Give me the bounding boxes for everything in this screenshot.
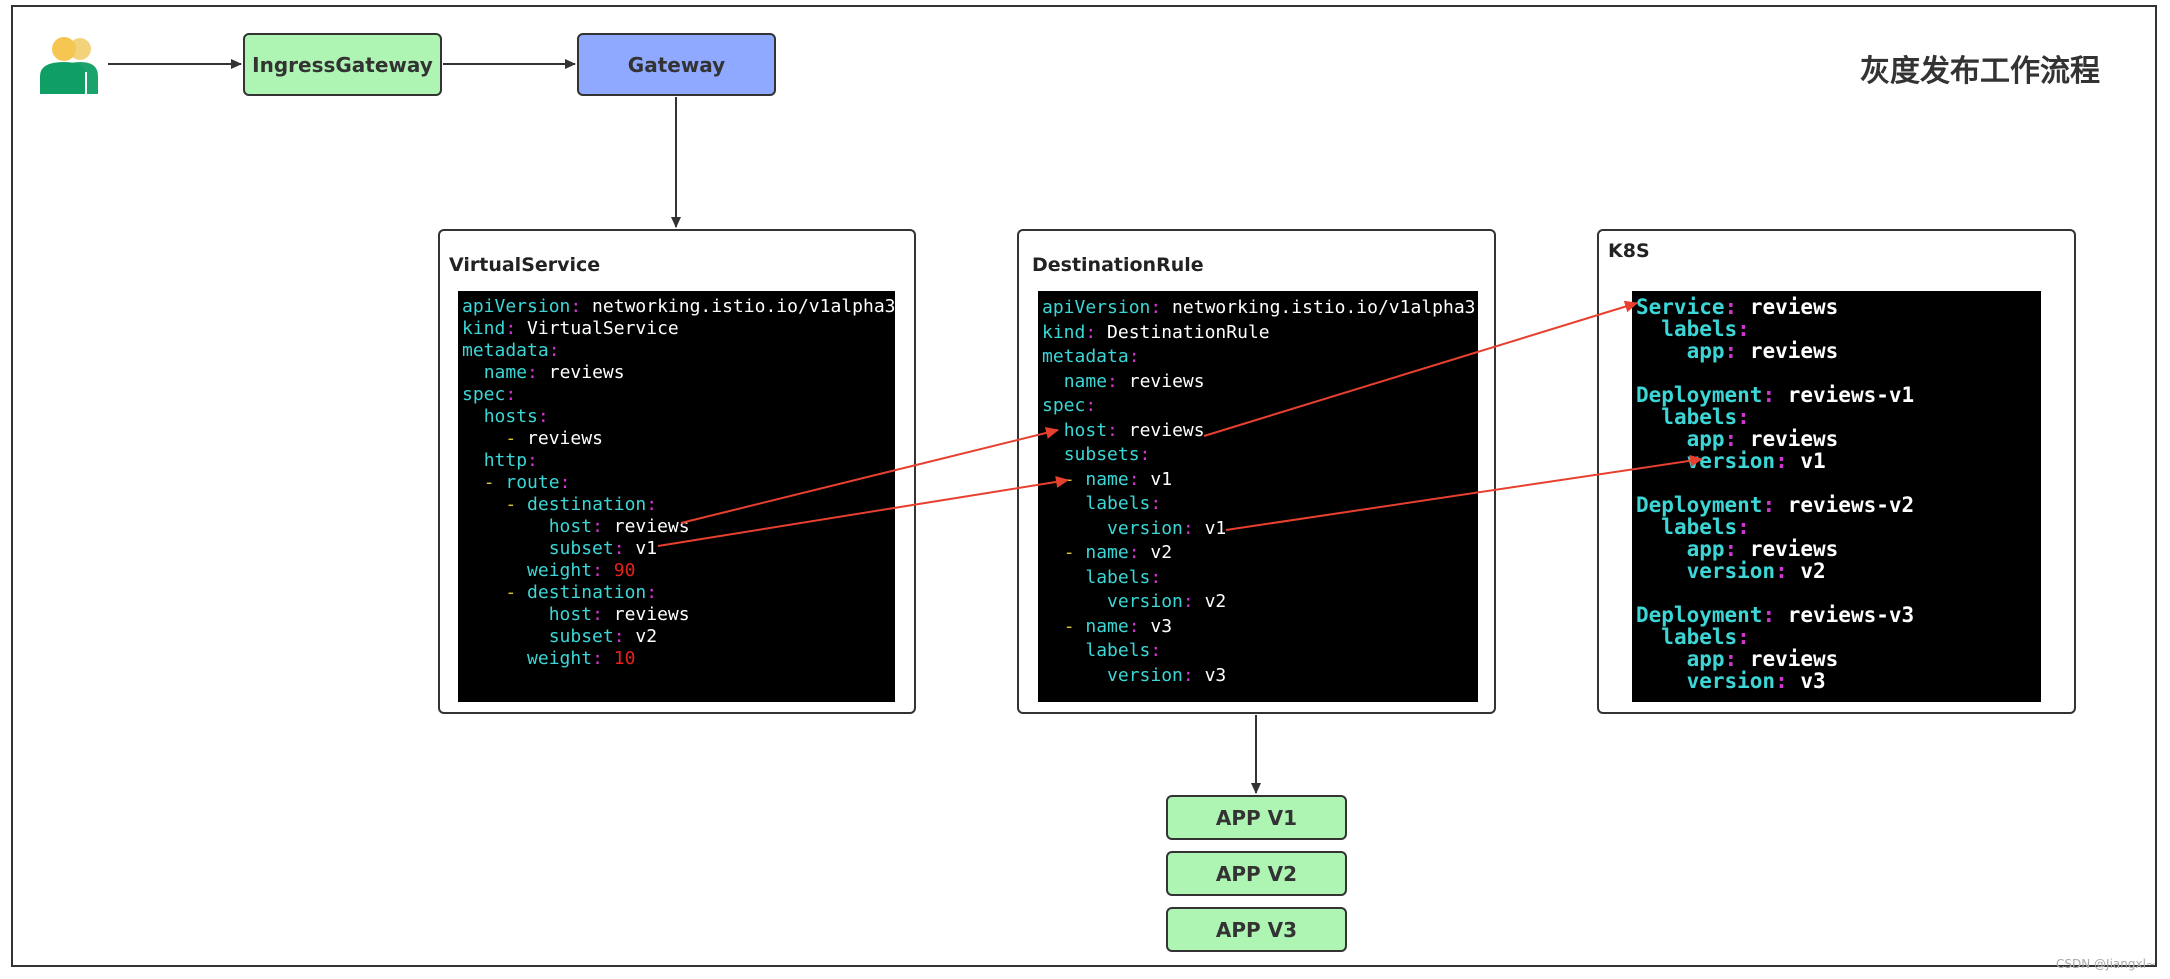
dr-version-to-k8s-version-arrow [1225, 454, 1703, 531]
watermark: CSDN @Jiangxl~ [2056, 957, 2156, 971]
dr-host-to-k8s-service-arrow [1203, 300, 1638, 437]
connectors-layer [108, 59, 1703, 794]
vs-host-to-dr-host-arrow [680, 427, 1059, 524]
